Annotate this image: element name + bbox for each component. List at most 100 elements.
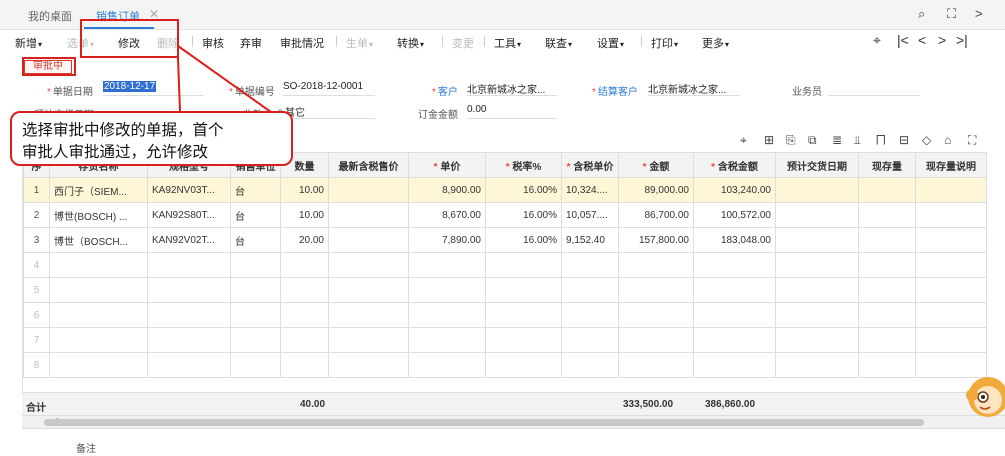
new-label: 新增 [15, 38, 37, 50]
table-row-empty[interactable]: 8 [23, 352, 987, 378]
tab-home[interactable]: 我的桌面 [28, 8, 72, 24]
cell-tax-price[interactable]: 9,152.40 [561, 227, 619, 253]
cell-tax-amount[interactable]: 103,240.00 [693, 177, 776, 203]
cell-amount[interactable]: 86,700.00 [618, 202, 694, 228]
cell-name[interactable]: 西门子（SIEM... [49, 177, 148, 203]
customer-field[interactable]: 北京新城冰之家... [467, 81, 557, 96]
next-icon[interactable]: > [975, 6, 983, 21]
more-button[interactable]: 更多▾ [702, 35, 729, 51]
callout-line-1: 选择审批中修改的单据，首个 [22, 121, 224, 139]
salesman-field[interactable] [828, 81, 920, 96]
horizontal-scrollbar[interactable]: ◀ [22, 416, 1005, 429]
scrollbar-thumb[interactable] [44, 419, 924, 426]
row-number: 6 [23, 302, 50, 328]
cell-price[interactable]: 7,890.00 [408, 227, 486, 253]
code-field[interactable]: SO-2018-12-0001 [283, 81, 375, 96]
link-query-button[interactable]: 联查▾ [545, 35, 572, 51]
cell-amount[interactable]: 157,800.00 [618, 227, 694, 253]
audit-button[interactable]: 审核 [202, 35, 224, 51]
home-icon[interactable]: ⌂ [944, 133, 951, 147]
cell-tax-rate[interactable]: 16.00% [485, 227, 562, 253]
cell-price[interactable]: 8,900.00 [408, 177, 486, 203]
col-header-text: 金额 [649, 161, 670, 173]
split-icon[interactable]: ⫫ [854, 133, 861, 148]
col-header[interactable]: 现存量说明 [915, 152, 987, 178]
table-row[interactable]: 1 西门子（SIEM... KA92NV03T... 台 10.00 8,900… [23, 177, 987, 203]
chart-icon[interactable]: ⨅ [876, 133, 886, 148]
last-record-icon[interactable]: >| [956, 32, 968, 48]
table-row-empty[interactable]: 4 [23, 252, 987, 278]
col-header[interactable]: * 含税单价 [561, 152, 619, 178]
cell-tax-amount[interactable]: 100,572.00 [693, 202, 776, 228]
cell-tax-rate[interactable]: 16.00% [485, 177, 562, 203]
cell-spec[interactable]: KA92NV03T... [147, 177, 231, 203]
abandon-audit-button[interactable]: 弃审 [240, 35, 262, 51]
cell-qty[interactable]: 10.00 [280, 202, 329, 228]
cell-price[interactable]: 8,670.00 [408, 202, 486, 228]
add-row-icon[interactable]: ⊞ [764, 133, 774, 147]
cell-amount[interactable]: 89,000.00 [618, 177, 694, 203]
payment-type-field[interactable]: 其它 [285, 104, 375, 119]
cell-latest-price[interactable] [328, 177, 409, 203]
cell-tax-price[interactable]: 10,057.... [561, 202, 619, 228]
badge-highlight-box [22, 57, 76, 76]
copy-row-icon[interactable]: ⎘ [786, 133, 796, 148]
deposit-field[interactable]: 0.00 [467, 104, 557, 119]
generate-button[interactable]: 生单▾ [346, 35, 373, 51]
table-row-empty[interactable]: 5 [23, 277, 987, 303]
date-label-text: 单据日期 [52, 87, 93, 98]
approval-status-button[interactable]: 审批情况 [280, 35, 324, 51]
date-field[interactable]: 2018-12-17 [103, 81, 203, 96]
cell-qty[interactable]: 20.00 [280, 227, 329, 253]
tag-icon[interactable]: ◇ [922, 133, 931, 147]
cell-unit[interactable]: 台 [230, 227, 281, 253]
table-row[interactable]: 2 博世(BOSCH) ... KAN92S80T... 台 10.00 8,6… [23, 202, 987, 228]
paste-row-icon[interactable]: ⧉ [808, 133, 817, 148]
col-header[interactable]: * 金额 [618, 152, 694, 178]
table-row-empty[interactable]: 6 [23, 302, 987, 328]
batch-icon[interactable]: ≣ [832, 133, 842, 147]
grid-layout-icon[interactable]: ⊟ [899, 133, 909, 147]
col-header[interactable]: * 单价 [408, 152, 486, 178]
cell-spec[interactable]: KAN92S80T... [147, 202, 231, 228]
first-record-icon[interactable]: |< [897, 32, 909, 48]
next-record-icon[interactable]: > [938, 32, 946, 48]
print-button[interactable]: 打印▾ [651, 35, 678, 51]
col-header[interactable]: * 含税金额 [693, 152, 776, 178]
chevron-down-icon: ▾ [568, 40, 573, 49]
cell-delivery-date[interactable] [775, 227, 859, 253]
new-button[interactable]: 新增▾ [15, 35, 42, 51]
tools-button[interactable]: 工具▾ [494, 35, 521, 51]
change-button[interactable]: 变更 [452, 35, 474, 51]
locate-icon[interactable]: ⌖ [873, 32, 881, 49]
cell-unit[interactable]: 台 [230, 177, 281, 203]
cell-tax-price[interactable]: 10,324.... [561, 177, 619, 203]
cell-latest-price[interactable] [328, 227, 409, 253]
cell-delivery-date[interactable] [775, 177, 859, 203]
table-row-empty[interactable]: 7 [23, 327, 987, 353]
cell-qty[interactable]: 10.00 [280, 177, 329, 203]
cell-tax-rate[interactable]: 16.00% [485, 202, 562, 228]
convert-button[interactable]: 转换▾ [397, 35, 424, 51]
col-header[interactable]: 现存量 [858, 152, 916, 178]
cell-delivery-date[interactable] [775, 202, 859, 228]
col-header[interactable]: * 税率% [485, 152, 562, 178]
search-icon[interactable]: ⌕ [918, 6, 925, 22]
assistant-mascot-icon[interactable] [958, 373, 1005, 421]
col-header[interactable]: 预计交货日期 [775, 152, 859, 178]
cell-name[interactable]: 博世（BOSCH... [49, 227, 148, 253]
settle-customer-field[interactable]: 北京新城冰之家... [648, 81, 740, 96]
settings-button[interactable]: 设置▾ [597, 35, 624, 51]
previous-record-icon[interactable]: < [918, 32, 926, 48]
fullscreen-icon[interactable]: ⛶ [968, 133, 976, 148]
cell-tax-amount[interactable]: 183,048.00 [693, 227, 776, 253]
cell-latest-price[interactable] [328, 202, 409, 228]
table-row[interactable]: 3 博世（BOSCH... KAN92V02T... 台 20.00 7,890… [23, 227, 987, 253]
col-header[interactable]: 最新含税售价 [328, 152, 409, 178]
maximize-icon[interactable]: ⛶ [947, 6, 956, 22]
location-icon[interactable]: ⌖ [740, 133, 747, 148]
cell-name[interactable]: 博世(BOSCH) ... [49, 202, 148, 228]
cell-unit[interactable]: 台 [230, 202, 281, 228]
cell-stock-note [915, 227, 987, 253]
cell-spec[interactable]: KAN92V02T... [147, 227, 231, 253]
